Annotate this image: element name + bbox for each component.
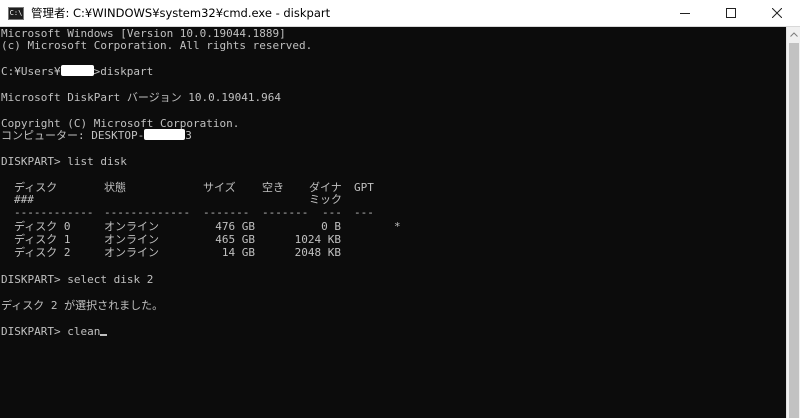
header-free: 空き bbox=[262, 181, 284, 194]
header-dynamic-2: ミック bbox=[309, 193, 342, 206]
cmd-app-icon[interactable]: C:\ bbox=[8, 6, 24, 20]
row0-size: 476 GB bbox=[215, 220, 255, 233]
scroll-up-button[interactable] bbox=[787, 27, 800, 41]
minimize-icon bbox=[680, 13, 690, 14]
maximize-button[interactable] bbox=[708, 0, 754, 26]
diskpart-version-line: Microsoft DiskPart バージョン 10.0.19041.964 bbox=[1, 91, 281, 104]
chevron-up-icon bbox=[790, 31, 798, 37]
prompt-path: C:¥Users¥ bbox=[1, 65, 61, 78]
minimize-button[interactable] bbox=[662, 0, 708, 26]
select-disk-command-line: DISKPART> select disk 2 bbox=[1, 273, 154, 286]
close-icon bbox=[772, 8, 782, 18]
row1-size: 465 GB bbox=[215, 233, 255, 246]
row1-free: 1024 KB bbox=[294, 233, 341, 246]
row2-free: 2048 KB bbox=[294, 246, 341, 259]
separator-disk: ------------ bbox=[14, 206, 94, 219]
window-controls bbox=[662, 0, 800, 26]
row0-status: オンライン bbox=[104, 220, 159, 233]
clean-command-line[interactable]: DISKPART> clean bbox=[1, 325, 108, 338]
close-button[interactable] bbox=[754, 0, 800, 26]
computer-label: コンピューター: DESKTOP- bbox=[1, 129, 145, 142]
window-title: 管理者: C:¥WINDOWS¥system32¥cmd.exe - diskp… bbox=[31, 6, 331, 20]
text-cursor bbox=[100, 334, 108, 336]
row2-disk: ディスク 2 bbox=[14, 246, 71, 259]
separator-status: ------------- bbox=[104, 206, 191, 219]
separator-gpt: --- bbox=[354, 206, 374, 219]
row0-gpt: * bbox=[394, 220, 401, 233]
row1-disk: ディスク 1 bbox=[14, 233, 71, 246]
computer-suffix: 3 bbox=[185, 129, 192, 142]
redacted-computer-name bbox=[144, 129, 186, 140]
row2-size: 14 GB bbox=[221, 246, 255, 259]
header-status: 状態 bbox=[104, 181, 126, 194]
clean-command: DISKPART> clean bbox=[1, 325, 101, 338]
computer-name-line: コンピューター: DESKTOP- 3 bbox=[1, 129, 192, 142]
title-bar[interactable]: C:\ 管理者: C:¥WINDOWS¥system32¥cmd.exe - d… bbox=[0, 0, 800, 27]
redacted-username bbox=[60, 65, 94, 76]
cmd-window: C:\ 管理者: C:¥WINDOWS¥system32¥cmd.exe - d… bbox=[0, 0, 800, 418]
prompt-command: >diskpart bbox=[93, 65, 154, 78]
header-line-copyright: (c) Microsoft Corporation. All rights re… bbox=[1, 39, 313, 52]
separator-free: ------- bbox=[262, 206, 309, 219]
scroll-thumb[interactable] bbox=[789, 43, 799, 418]
header-gpt: GPT bbox=[354, 181, 374, 194]
header-disk-number: ### bbox=[14, 193, 34, 206]
maximize-icon bbox=[726, 8, 736, 18]
vertical-scrollbar[interactable] bbox=[786, 27, 800, 418]
row2-status: オンライン bbox=[104, 246, 159, 259]
select-disk-result-line: ディスク 2 が選択されました。 bbox=[1, 299, 164, 312]
header-size: サイズ bbox=[203, 181, 236, 194]
row1-status: オンライン bbox=[104, 233, 159, 246]
row0-free: 0 B bbox=[321, 220, 341, 233]
prompt-line-diskpart: C:¥Users¥ >diskpart bbox=[1, 65, 153, 78]
list-disk-command-line: DISKPART> list disk bbox=[1, 155, 127, 168]
console-output[interactable]: Microsoft Windows [Version 10.0.19044.18… bbox=[0, 27, 786, 418]
row0-disk: ディスク 0 bbox=[14, 220, 71, 233]
separator-size: ------- bbox=[203, 206, 250, 219]
separator-dynamic: --- bbox=[322, 206, 342, 219]
